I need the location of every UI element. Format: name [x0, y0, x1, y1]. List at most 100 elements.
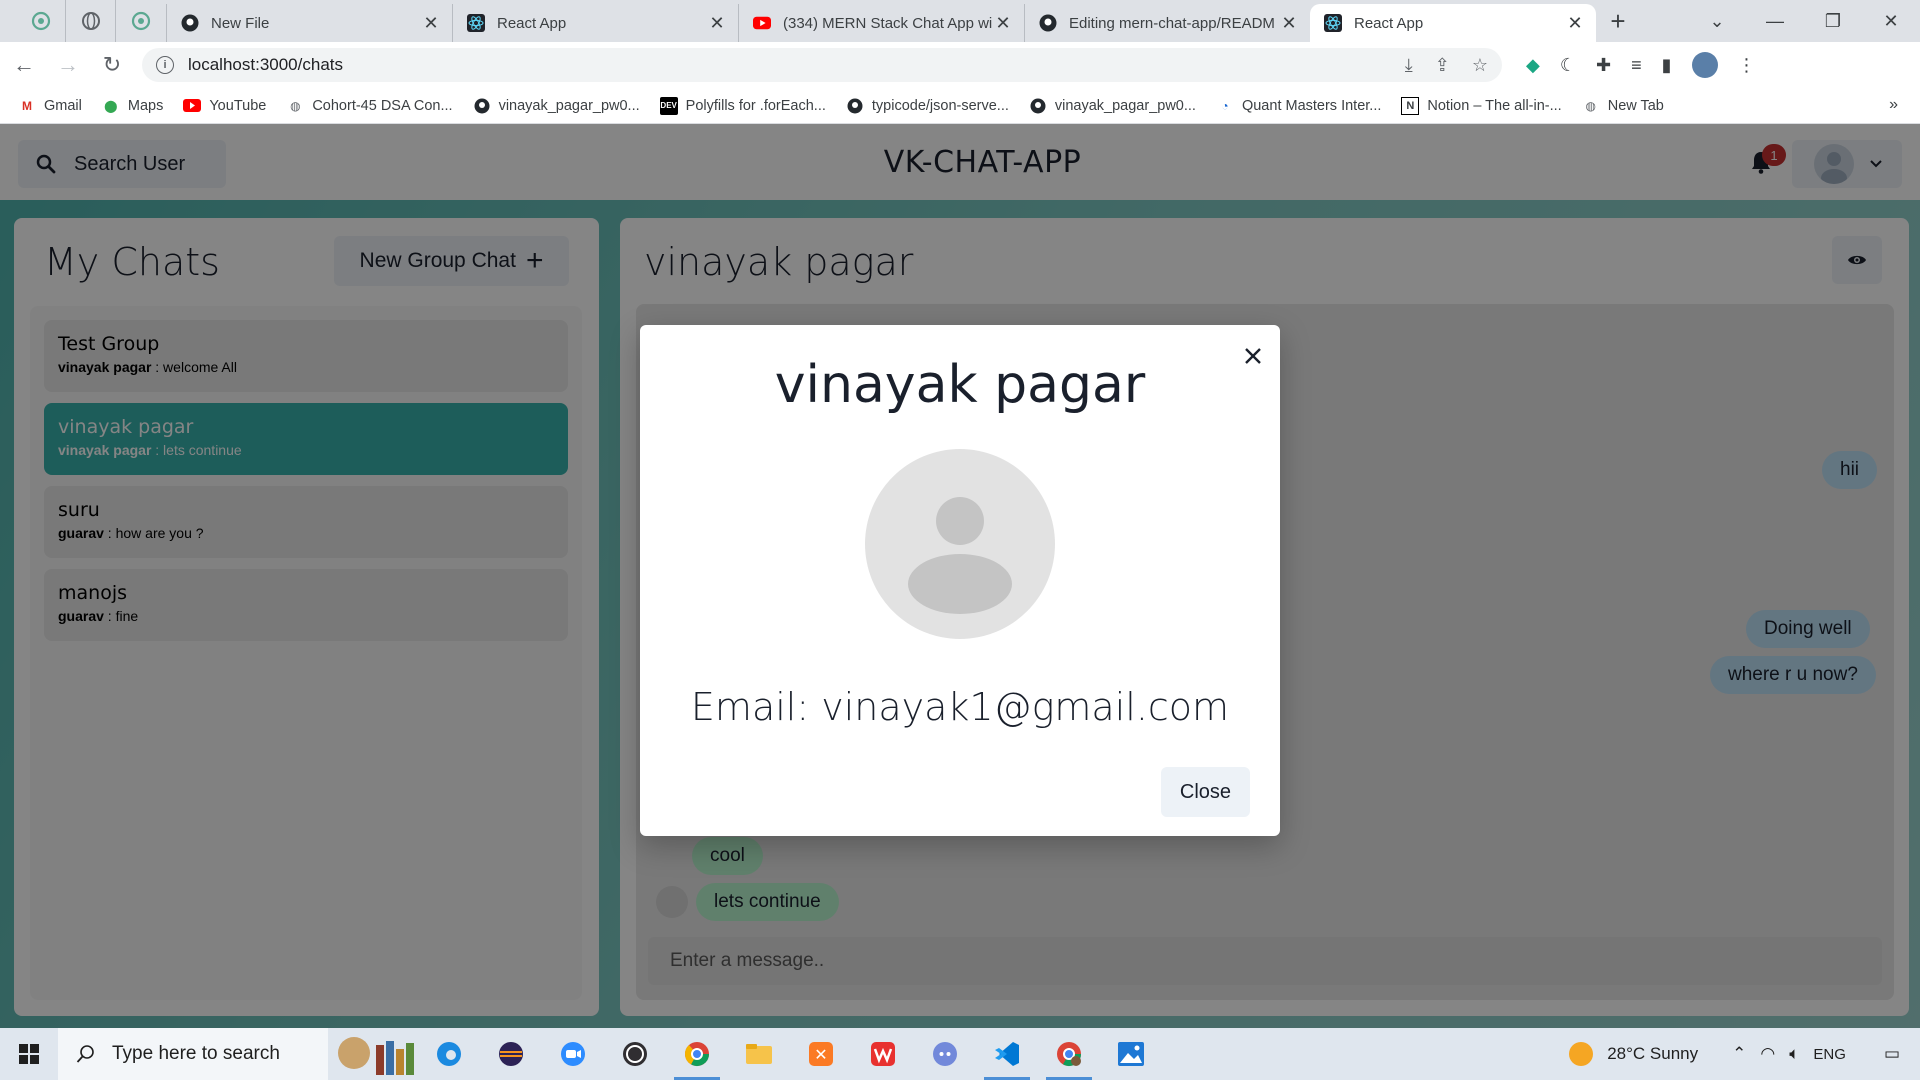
- github-icon: [181, 14, 199, 32]
- language-indicator[interactable]: ENG: [1813, 1046, 1846, 1063]
- weather-sun-icon: [1569, 1042, 1594, 1066]
- tab-title: (334) MERN Stack Chat App wi: [783, 14, 993, 32]
- side-panel-icon[interactable]: ▮: [1662, 55, 1672, 76]
- wps-icon[interactable]: [852, 1028, 914, 1080]
- new-tab-button[interactable]: +: [1596, 0, 1640, 42]
- bookmark-github-1[interactable]: vinayak_pagar_pw0...: [473, 97, 640, 115]
- bookmark-label: Polyfills for .forEach...: [685, 97, 826, 114]
- tab-new-file[interactable]: New File ✕: [166, 4, 452, 42]
- bookmark-new-tab[interactable]: ◍ New Tab: [1582, 97, 1664, 115]
- back-button[interactable]: ←: [4, 45, 44, 85]
- close-icon[interactable]: [1236, 339, 1270, 373]
- site-info-icon[interactable]: i: [156, 56, 174, 74]
- close-icon[interactable]: ✕: [1566, 13, 1584, 34]
- maps-icon: ⬤: [104, 98, 118, 113]
- bookmarks-overflow-icon[interactable]: »: [1889, 96, 1898, 114]
- bookmark-quant[interactable]: ◔ Quant Masters Inter...: [1216, 97, 1381, 115]
- bookmark-label: typicode/json-serve...: [871, 97, 1009, 114]
- photos-icon[interactable]: [1100, 1028, 1162, 1080]
- profile-avatar[interactable]: [1691, 52, 1718, 78]
- tab-title: New File: [211, 14, 270, 32]
- chatgpt-icon: [31, 11, 50, 31]
- bookmark-youtube[interactable]: YouTube: [183, 97, 266, 115]
- close-icon[interactable]: ✕: [708, 13, 726, 34]
- reload-button[interactable]: ↻: [92, 45, 132, 85]
- profile-email: Email: vinayak1@gmail.com: [690, 685, 1230, 729]
- react-icon: [1324, 14, 1342, 32]
- discord-icon[interactable]: [914, 1028, 976, 1080]
- browser-toolbar: ← → ↻ i localhost:3000/chats ⤓ ⇪ ☆ ◆ ☾ ✚…: [0, 42, 1920, 88]
- extensions-area: ◆ ☾ ✚ ≡ ▮ ⋮: [1526, 52, 1756, 78]
- bookmark-cohort[interactable]: ◍ Cohort-45 DSA Con...: [286, 97, 453, 115]
- globe-icon: [81, 12, 100, 30]
- install-icon[interactable]: ⤓: [1405, 55, 1413, 76]
- youtube-icon: [753, 14, 771, 32]
- pinned-tabs: [0, 0, 166, 42]
- tab-github-readme[interactable]: Editing mern-chat-app/READM ✕: [1024, 4, 1310, 42]
- taskbar-search-placeholder: Type here to search: [112, 1043, 280, 1064]
- bookmark-label: vinayak_pagar_pw0...: [498, 97, 640, 114]
- react-icon: [467, 14, 485, 32]
- tab-search-icon[interactable]: ⌄: [1688, 0, 1746, 42]
- chatgpt-icon: [131, 11, 151, 31]
- bookmark-label: Maps: [127, 97, 164, 114]
- share-icon[interactable]: ⇪: [1435, 55, 1450, 76]
- tab-title: React App: [497, 14, 567, 32]
- dark-mode-icon[interactable]: ☾: [1560, 55, 1576, 76]
- minimize-button[interactable]: —: [1746, 0, 1804, 42]
- bookmark-maps[interactable]: ⬤ Maps: [102, 97, 163, 115]
- search-highlight-image: [328, 1028, 418, 1080]
- bookmark-gmail[interactable]: M Gmail: [18, 97, 82, 115]
- pinned-tab-chatgpt[interactable]: [16, 0, 66, 42]
- bookmark-dev[interactable]: DEV Polyfills for .forEach...: [659, 96, 826, 115]
- pinned-tab-globe[interactable]: [66, 0, 116, 42]
- bookmark-github-3[interactable]: vinayak_pagar_pw0...: [1029, 97, 1196, 115]
- bookmark-label: New Tab: [1607, 97, 1664, 114]
- vscode-icon[interactable]: [976, 1028, 1038, 1080]
- wifi-icon[interactable]: ◠: [1760, 1044, 1775, 1064]
- bookmark-label: Quant Masters Inter...: [1241, 97, 1382, 114]
- dev-icon: DEV: [659, 96, 678, 115]
- bookmark-label: Gmail: [44, 97, 82, 114]
- close-window-button[interactable]: ✕: [1862, 0, 1920, 42]
- eclipse-icon[interactable]: [480, 1028, 542, 1080]
- taskbar-search[interactable]: Type here to search: [58, 1028, 328, 1080]
- profile-modal: vinayak pagar Email: vinayak1@gmail.com …: [640, 325, 1280, 836]
- reading-list-icon[interactable]: ≡: [1631, 55, 1642, 76]
- puzzle-icon[interactable]: ✚: [1596, 55, 1611, 76]
- github-icon: [1029, 97, 1047, 115]
- close-icon[interactable]: ✕: [422, 13, 440, 34]
- bookmark-github-2[interactable]: typicode/json-serve...: [846, 97, 1009, 115]
- bookmark-label: YouTube: [209, 97, 267, 114]
- close-icon[interactable]: ✕: [1280, 13, 1298, 34]
- zoom-icon[interactable]: [542, 1028, 604, 1080]
- modal-close-button[interactable]: Close: [1161, 767, 1250, 817]
- menu-icon[interactable]: ⋮: [1738, 55, 1756, 76]
- address-bar[interactable]: i localhost:3000/chats ⤓ ⇪ ☆: [142, 48, 1502, 82]
- chrome-icon[interactable]: [666, 1028, 728, 1080]
- edge-icon[interactable]: [418, 1028, 480, 1080]
- forward-button[interactable]: →: [48, 45, 88, 85]
- obs-icon[interactable]: [604, 1028, 666, 1080]
- file-explorer-icon[interactable]: [728, 1028, 790, 1080]
- restore-button[interactable]: ❐: [1804, 0, 1862, 42]
- weather-text[interactable]: 28°C Sunny: [1607, 1044, 1698, 1064]
- globe-icon: ◍: [1585, 98, 1596, 113]
- bookmark-notion[interactable]: N Notion – The all-in-...: [1401, 96, 1562, 115]
- tab-youtube[interactable]: (334) MERN Stack Chat App wi ✕: [738, 4, 1024, 42]
- chevron-up-icon[interactable]: ⌃: [1732, 1044, 1746, 1064]
- volume-icon[interactable]: 🔈︎: [1789, 1044, 1799, 1064]
- windows-start-button[interactable]: [0, 1028, 58, 1080]
- xampp-icon[interactable]: ✕: [790, 1028, 852, 1080]
- tab-react-app-active[interactable]: React App ✕: [1310, 4, 1596, 42]
- star-icon[interactable]: ☆: [1472, 55, 1488, 76]
- bookmark-label: Cohort-45 DSA Con...: [312, 97, 453, 114]
- notifications-icon[interactable]: ▭: [1884, 1044, 1900, 1064]
- close-icon[interactable]: ✕: [994, 13, 1012, 34]
- chrome-profile-icon[interactable]: [1038, 1028, 1100, 1080]
- url-text: localhost:3000/chats: [188, 55, 343, 74]
- extension-icon[interactable]: ◆: [1526, 55, 1540, 76]
- pinned-tab-chatgpt-2[interactable]: [116, 0, 166, 42]
- tab-react-app[interactable]: React App ✕: [452, 4, 738, 42]
- tab-title: React App: [1354, 14, 1424, 32]
